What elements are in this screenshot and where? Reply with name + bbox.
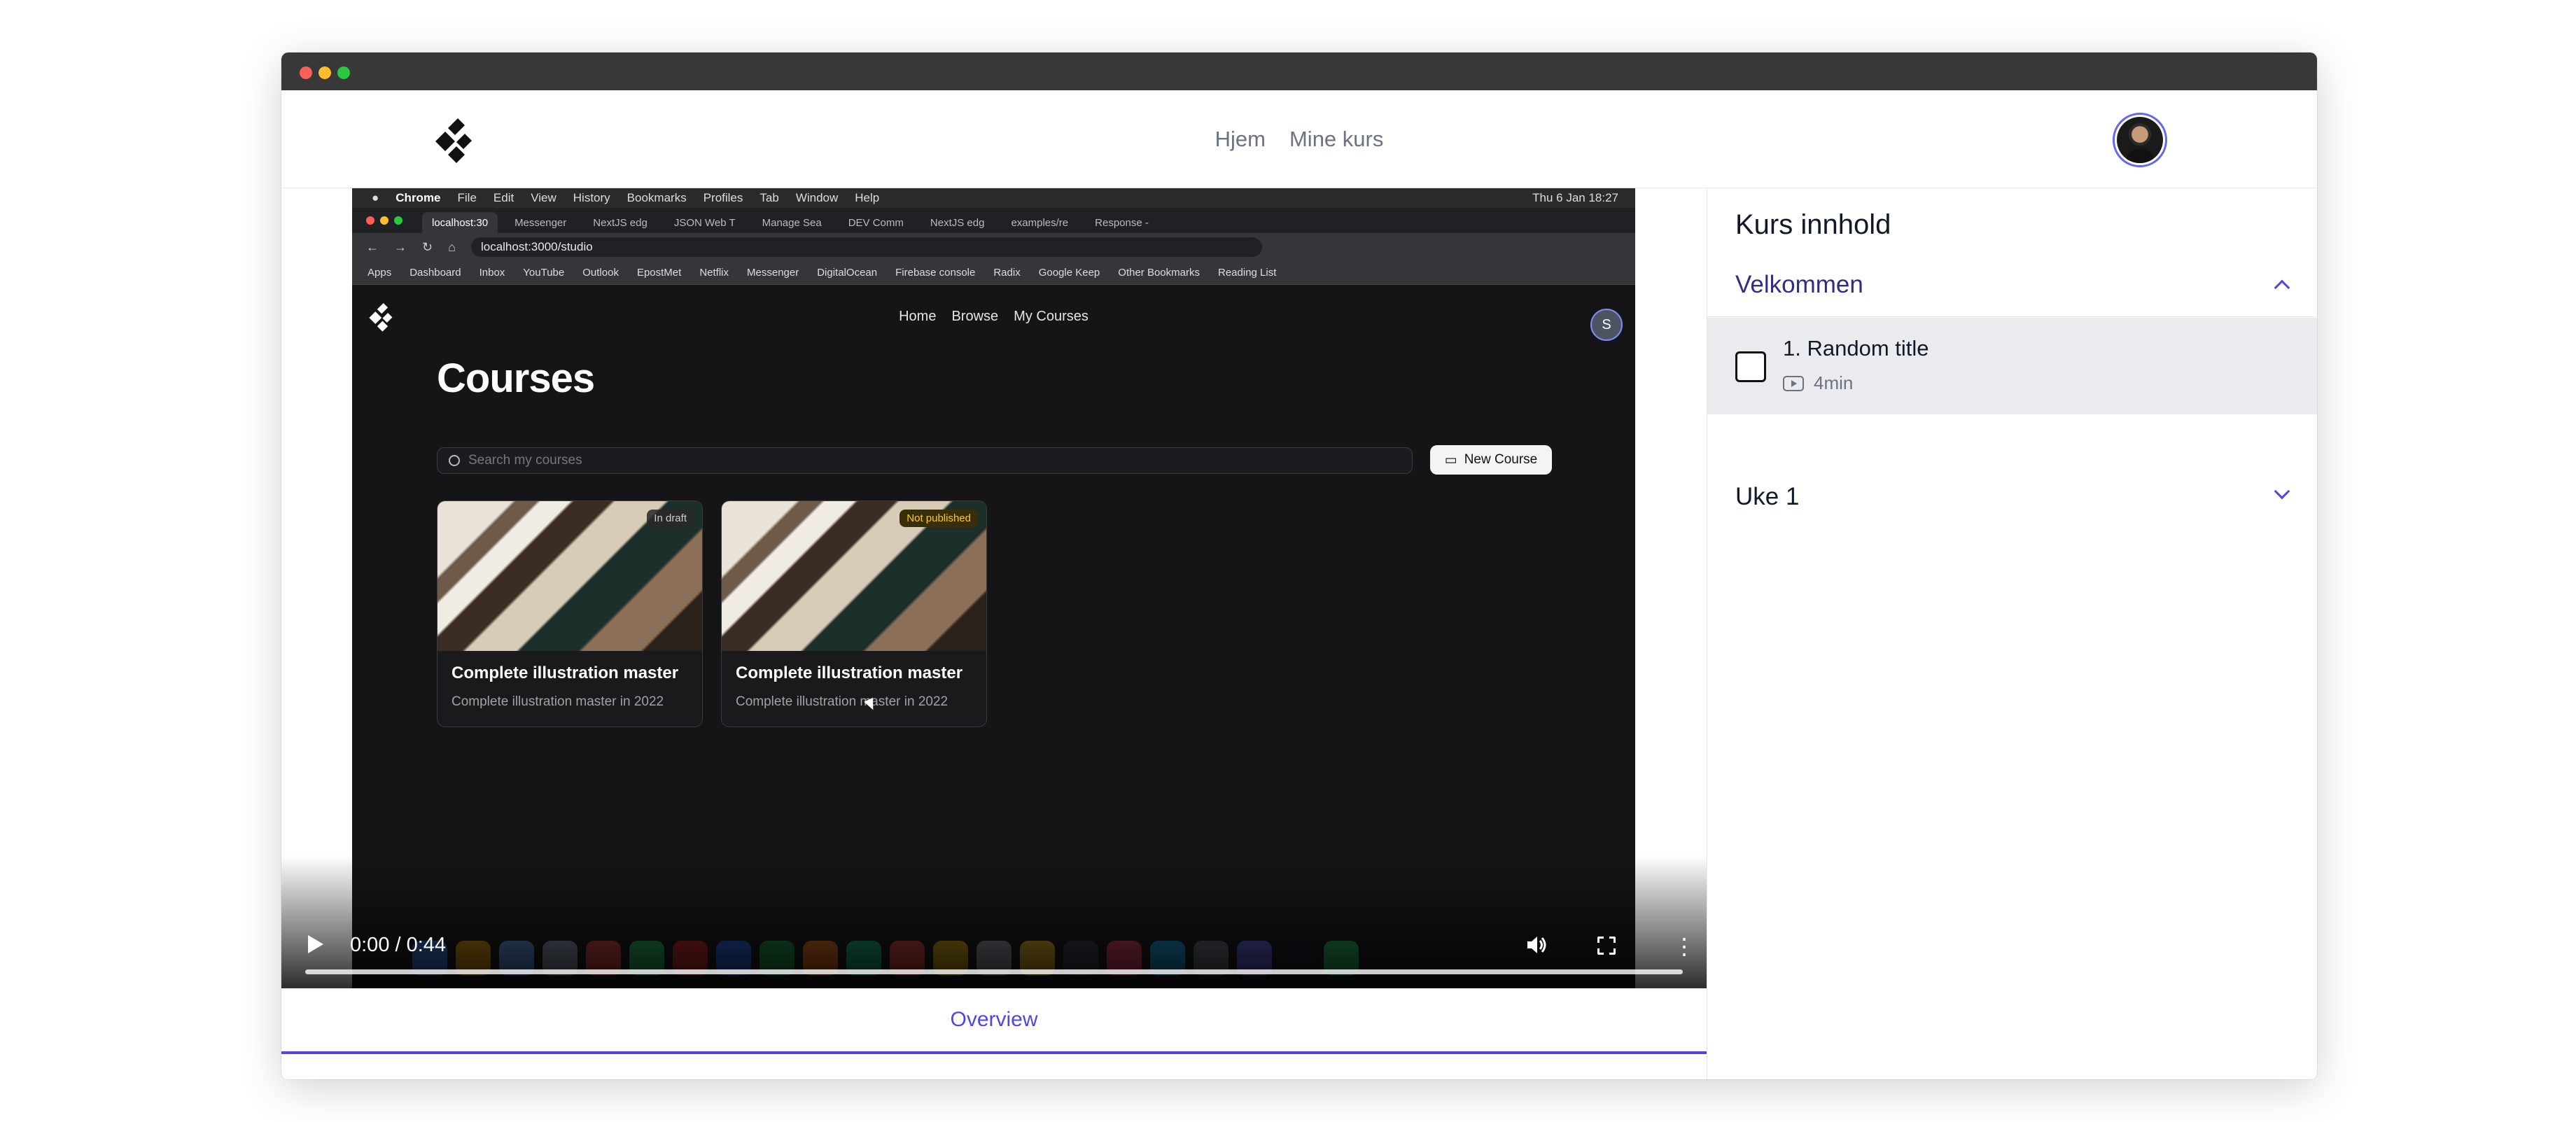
nav-link-hjem[interactable]: Hjem (1215, 127, 1266, 152)
section-uke-1[interactable]: Uke 1 (1707, 465, 2317, 529)
volume-icon[interactable] (1526, 935, 1547, 955)
more-options-icon[interactable]: ⋮ (1673, 935, 1695, 958)
bookmark-item: Other Bookmarks (1118, 267, 1200, 279)
menubar-item: View (531, 191, 556, 204)
avatar-photo (2117, 117, 2163, 163)
video-time: 0:00 / 0:44 (350, 934, 447, 956)
video-url-field: localhost:3000/studio (470, 237, 1262, 257)
course-card-subtitle: Complete illustration master in 2022 (451, 694, 664, 709)
nav-link-mine-kurs[interactable]: Mine kurs (1289, 127, 1383, 152)
video-avatar: S (1590, 309, 1623, 341)
course-card-subtitle: Complete illustration master in 2022 (736, 694, 948, 709)
menubar-item: Tab (760, 191, 779, 204)
video-tab: NextJS edg (593, 216, 648, 229)
apple-icon: ● (372, 191, 379, 204)
menubar-item: History (573, 191, 610, 204)
forward-icon: → (394, 239, 407, 254)
video-bookmarks-bar: Apps Dashboard Inbox YouTube Outlook Epo… (352, 261, 1635, 285)
lesson-duration: 4min (1814, 372, 1854, 393)
section-title: Uke 1 (1735, 483, 1800, 510)
menubar-clock: Thu 6 Jan 18:27 (1532, 191, 1618, 204)
bookmark-item: EpostMet (636, 267, 682, 279)
video-course-card: In draft Complete illustration master Co… (437, 500, 703, 727)
bookmark-item: Radix (993, 267, 1021, 279)
home-icon: ⌂ (448, 239, 456, 254)
bookmark-item: Dashboard (410, 267, 461, 279)
video-nav-item: Browse (951, 309, 999, 324)
lesson-item[interactable]: 1. Random title 4min (1707, 318, 2317, 414)
bookmark-item: DigitalOcean (817, 267, 878, 279)
menubar-item: File (457, 191, 477, 204)
menubar-item: Help (855, 191, 880, 204)
video-tab: DEV Comm (848, 216, 904, 229)
section-velkommen[interactable]: Velkommen (1707, 253, 2317, 317)
user-avatar[interactable] (2113, 113, 2167, 167)
browser-window: Hjem Mine kurs ● Chrome File Edit View H… (281, 52, 2317, 1079)
fullscreen-icon[interactable] (1597, 937, 1616, 955)
sidebar-title: Kurs innhold (1735, 209, 1891, 240)
video-icon (1783, 375, 1804, 391)
bookmark-item: Firebase console (895, 267, 976, 279)
menubar-item: Bookmarks (626, 191, 687, 204)
zoom-window-button[interactable] (337, 66, 350, 79)
new-course-label: New Course (1464, 452, 1538, 467)
top-navbar: Hjem Mine kurs (281, 90, 2317, 188)
bookmark-item: Inbox (479, 267, 505, 279)
video-mac-menubar: ● Chrome File Edit View History Bookmark… (352, 188, 1635, 208)
video-progress-bar[interactable] (305, 969, 1683, 974)
video-tab: examples/re (1011, 216, 1069, 229)
video-course-card: Not published Complete illustration mast… (721, 500, 987, 727)
main-nav: Hjem Mine kurs (281, 90, 2317, 188)
chevron-up-icon (2274, 279, 2290, 296)
video-search-field: Search my courses (437, 447, 1413, 474)
course-card-title: Complete illustration master (736, 664, 963, 682)
menubar-item: Chrome (396, 191, 441, 204)
video-tab: Response - (1095, 216, 1149, 229)
back-icon: ← (366, 239, 379, 254)
close-window-button[interactable] (300, 66, 312, 79)
lesson-meta: 4min (1783, 372, 1853, 394)
section-title: Velkommen (1735, 270, 1863, 298)
lesson-title: 1. Random title (1783, 336, 1929, 360)
new-course-icon: ▭ (1444, 452, 1457, 468)
menubar-item: Window (795, 191, 839, 204)
video-traffic-lights (366, 216, 402, 225)
lesson-main: ● Chrome File Edit View History Bookmark… (281, 188, 1707, 1079)
course-status-badge: In draft (647, 510, 694, 527)
bookmark-item: Apps (368, 267, 392, 279)
reload-icon: ↻ (422, 239, 433, 254)
video-page-title: Courses (437, 356, 595, 401)
bookmark-item: YouTube (523, 267, 565, 279)
course-status-badge: Not published (899, 510, 978, 527)
bookmark-item: Outlook (582, 267, 619, 279)
menubar-item: Profiles (703, 191, 743, 204)
bookmark-item: Reading List (1218, 267, 1277, 279)
minimize-window-button[interactable] (318, 66, 331, 79)
video-tab: localhost:30 (422, 212, 498, 233)
menubar-item: Edit (493, 191, 514, 204)
course-content-sidebar: Kurs innhold Velkommen 1. Random title 4… (1707, 188, 2317, 1079)
bookmark-item: Messenger (747, 267, 799, 279)
video-app-nav: Home Browse My Courses (352, 309, 1635, 325)
video-controls: 0:00 / 0:44 ⋮ (281, 911, 1707, 988)
tab-overview[interactable]: Overview (281, 988, 1707, 1054)
window-titlebar (281, 52, 2317, 90)
video-tab: JSON Web T (673, 216, 736, 229)
video-new-course-button: ▭ New Course (1430, 445, 1552, 475)
lesson-tabs: Overview (281, 988, 1707, 1079)
video-nav-item: My Courses (1014, 309, 1088, 324)
bookmark-item: Google Keep (1038, 267, 1100, 279)
bookmark-item: Netflix (699, 267, 729, 279)
video-tab: NextJS edg (930, 216, 985, 229)
video-tab: Messenger (514, 216, 567, 229)
video-player[interactable]: ● Chrome File Edit View History Bookmark… (281, 188, 1707, 988)
video-nav-item: Home (899, 309, 937, 324)
chevron-down-icon (2274, 483, 2290, 500)
course-card-title: Complete illustration master (451, 664, 679, 682)
video-url-bar: ← → ↻ ⌂ localhost:3000/studio (352, 233, 1635, 261)
video-tab: Manage Sea (762, 216, 822, 229)
lesson-complete-checkbox[interactable] (1735, 351, 1766, 382)
play-icon[interactable] (308, 935, 323, 953)
video-chrome-tabs: localhost:30 Messenger NextJS edg JSON W… (352, 208, 1635, 233)
